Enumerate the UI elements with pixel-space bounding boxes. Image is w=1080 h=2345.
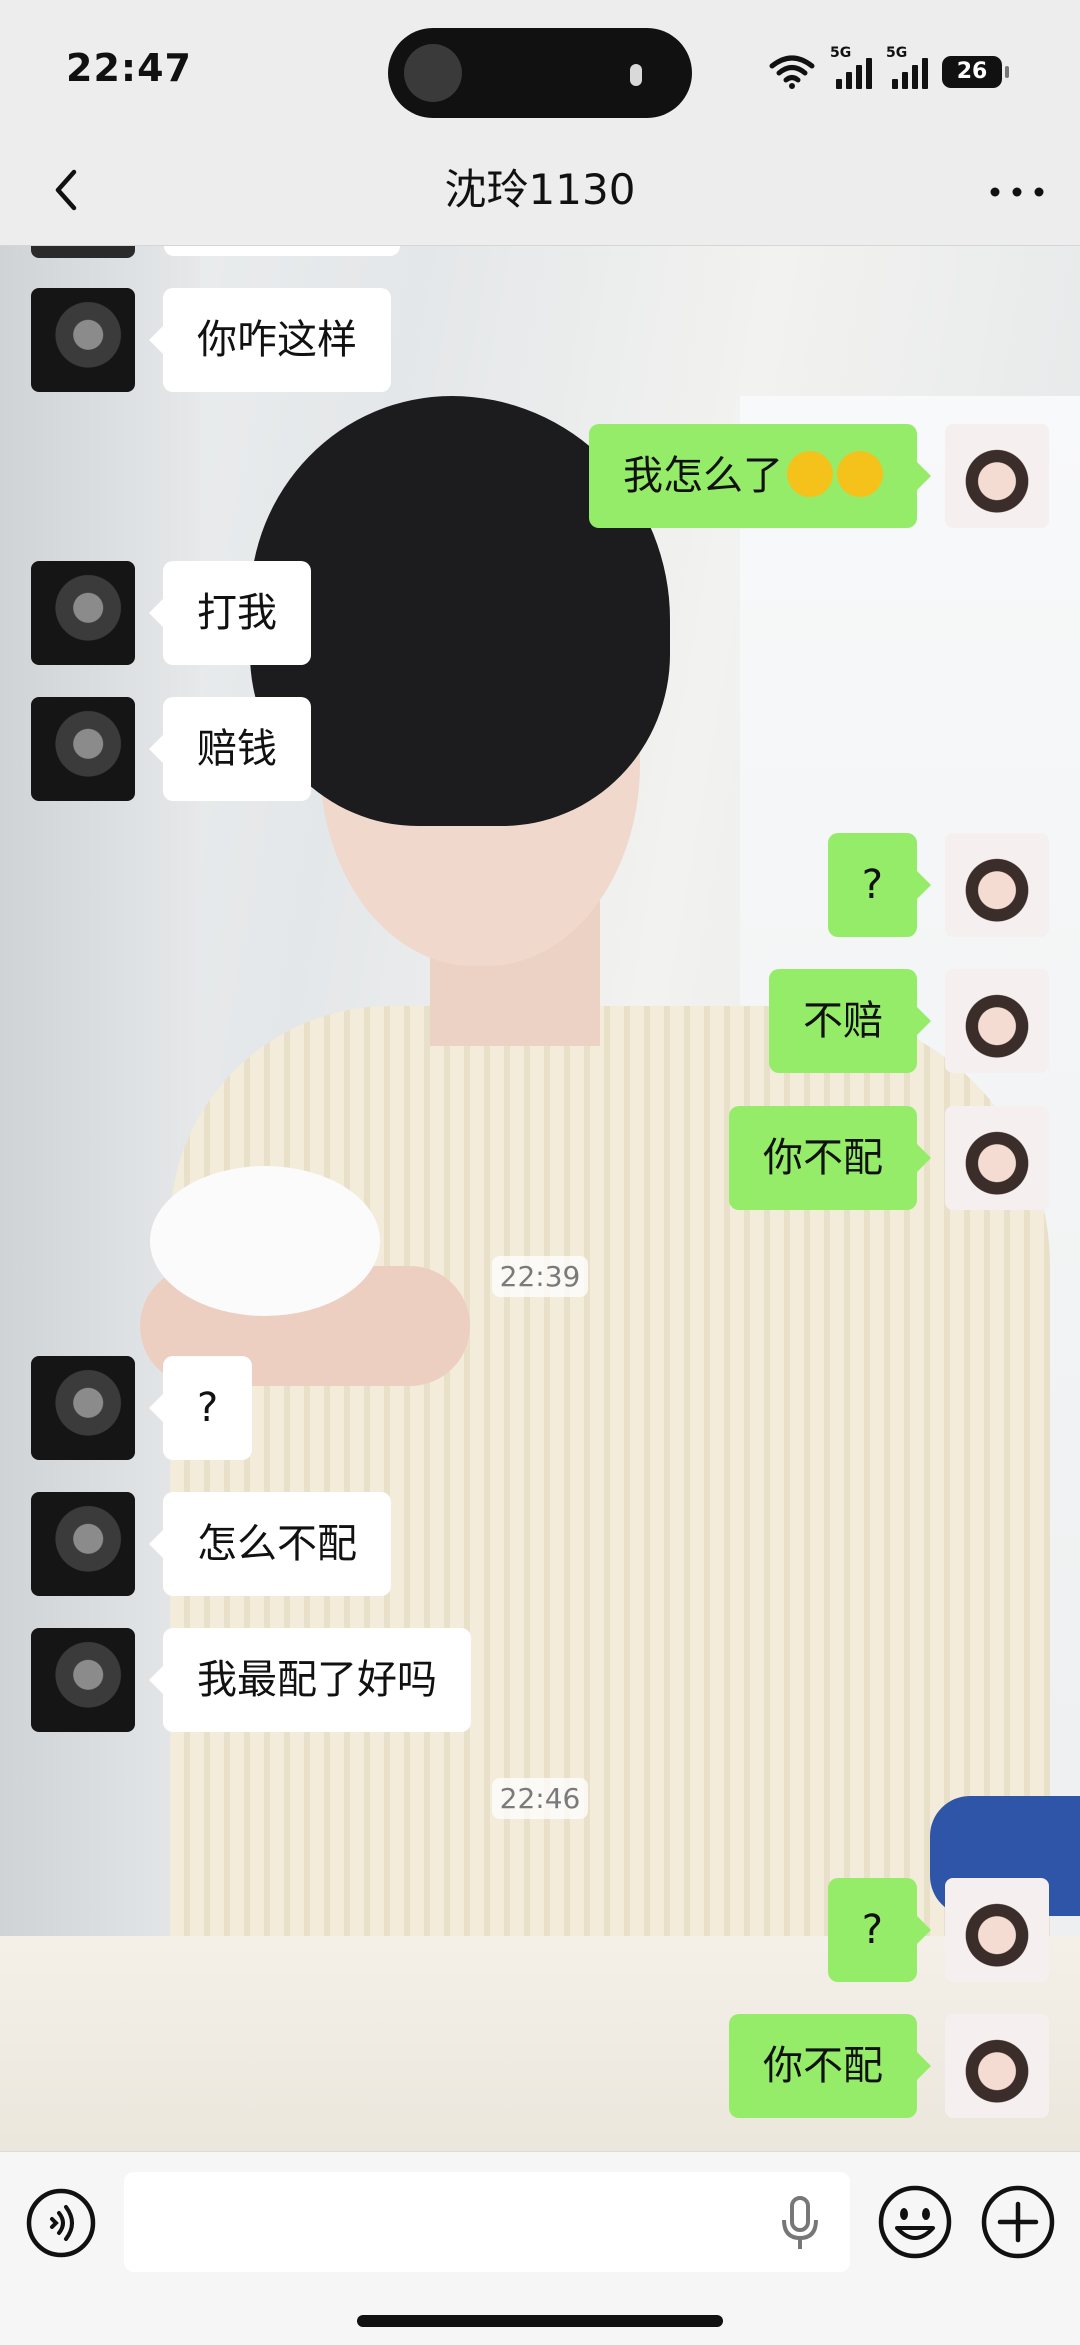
message-bubble[interactable]: 你不配 xyxy=(729,2014,931,2118)
message-row: ? xyxy=(827,833,1049,937)
message-bubble[interactable]: 你咋这样 xyxy=(149,288,391,392)
chat-title: 沈玲1130 xyxy=(444,165,636,214)
voice-icon[interactable] xyxy=(26,2188,96,2258)
message-text: 我怎么了 xyxy=(623,453,783,499)
message-bubble[interactable]: ? xyxy=(827,833,932,937)
avatar[interactable] xyxy=(31,1356,135,1460)
smiley-icon[interactable] xyxy=(877,2184,953,2260)
avatar[interactable] xyxy=(945,2014,1049,2118)
avatar[interactable] xyxy=(945,1878,1049,1982)
message-row: ? xyxy=(31,1356,253,1460)
message-bubble[interactable]: ? xyxy=(827,1878,932,1982)
avatar[interactable] xyxy=(31,246,135,258)
message-row: 怎么不配 xyxy=(31,1492,391,1596)
emoji-icon xyxy=(837,451,883,497)
message-bubble[interactable]: 你不配 xyxy=(729,1106,931,1210)
wifi-icon xyxy=(769,55,815,89)
message-bubble[interactable]: 赔钱 xyxy=(149,697,311,801)
avatar[interactable] xyxy=(31,288,135,392)
plus-icon[interactable] xyxy=(980,2184,1056,2260)
avatar[interactable] xyxy=(945,1106,1049,1210)
message-row: 你不配 xyxy=(729,1106,1049,1210)
timestamp: 22:46 xyxy=(0,1778,1080,1819)
timestamp-label: 22:39 xyxy=(491,1256,589,1297)
message-bubble[interactable]: 不赔 xyxy=(769,969,931,1073)
status-time: 22:47 xyxy=(66,46,192,90)
more-dots-icon[interactable] xyxy=(984,162,1050,222)
message-row: 你不配 xyxy=(729,2014,1049,2118)
avatar[interactable] xyxy=(945,969,1049,1073)
avatar[interactable] xyxy=(945,833,1049,937)
dynamic-island xyxy=(388,28,692,118)
message-row: ? xyxy=(827,1878,1049,1982)
message-row: 你咋这样 xyxy=(31,288,391,392)
message-bubble[interactable]: 我最配了好吗 xyxy=(149,1628,471,1732)
avatar[interactable] xyxy=(31,1492,135,1596)
message-row: 赔钱 xyxy=(31,697,311,801)
message-row: 不赔 xyxy=(769,969,1049,1073)
message-row: 我怎么了 xyxy=(589,424,1049,528)
status-bar: 22:47 5G 5G 26 xyxy=(0,0,1080,140)
battery-icon: 26 xyxy=(942,56,1009,88)
message-bubble[interactable]: 我怎么了 xyxy=(589,424,931,528)
avatar[interactable] xyxy=(31,561,135,665)
message-bubble[interactable]: 打我 xyxy=(149,561,311,665)
message-input[interactable] xyxy=(124,2172,850,2272)
cell-signal-icon: 5G xyxy=(886,45,928,89)
message-bubble[interactable]: ? xyxy=(148,1356,253,1460)
timestamp-label: 22:46 xyxy=(491,1778,589,1819)
status-icons: 5G 5G 26 xyxy=(768,45,1009,92)
chat-header: 沈玲1130 xyxy=(0,140,1080,246)
input-bar xyxy=(0,2151,1080,2345)
home-indicator[interactable] xyxy=(357,2315,723,2327)
microphone-icon[interactable] xyxy=(780,2196,820,2252)
emoji-icon xyxy=(787,451,833,497)
network-type-label: 5G xyxy=(886,45,908,61)
avatar[interactable] xyxy=(31,697,135,801)
chat-area[interactable]: 你咋这样 我怎么了 打我 赔钱 ? 不赔 你不配 22:39 ? 怎么不配 我最… xyxy=(0,246,1080,2151)
message-bubble[interactable]: 怎么不配 xyxy=(149,1492,391,1596)
cell-signal-icon: 5G xyxy=(830,45,872,89)
message-row: 打我 xyxy=(31,561,311,665)
timestamp: 22:39 xyxy=(0,1256,1080,1297)
avatar[interactable] xyxy=(945,424,1049,528)
network-type-label: 5G xyxy=(830,45,852,61)
message-bubble[interactable] xyxy=(164,246,400,256)
message-row: 我最配了好吗 xyxy=(31,1628,471,1732)
avatar[interactable] xyxy=(31,1628,135,1732)
